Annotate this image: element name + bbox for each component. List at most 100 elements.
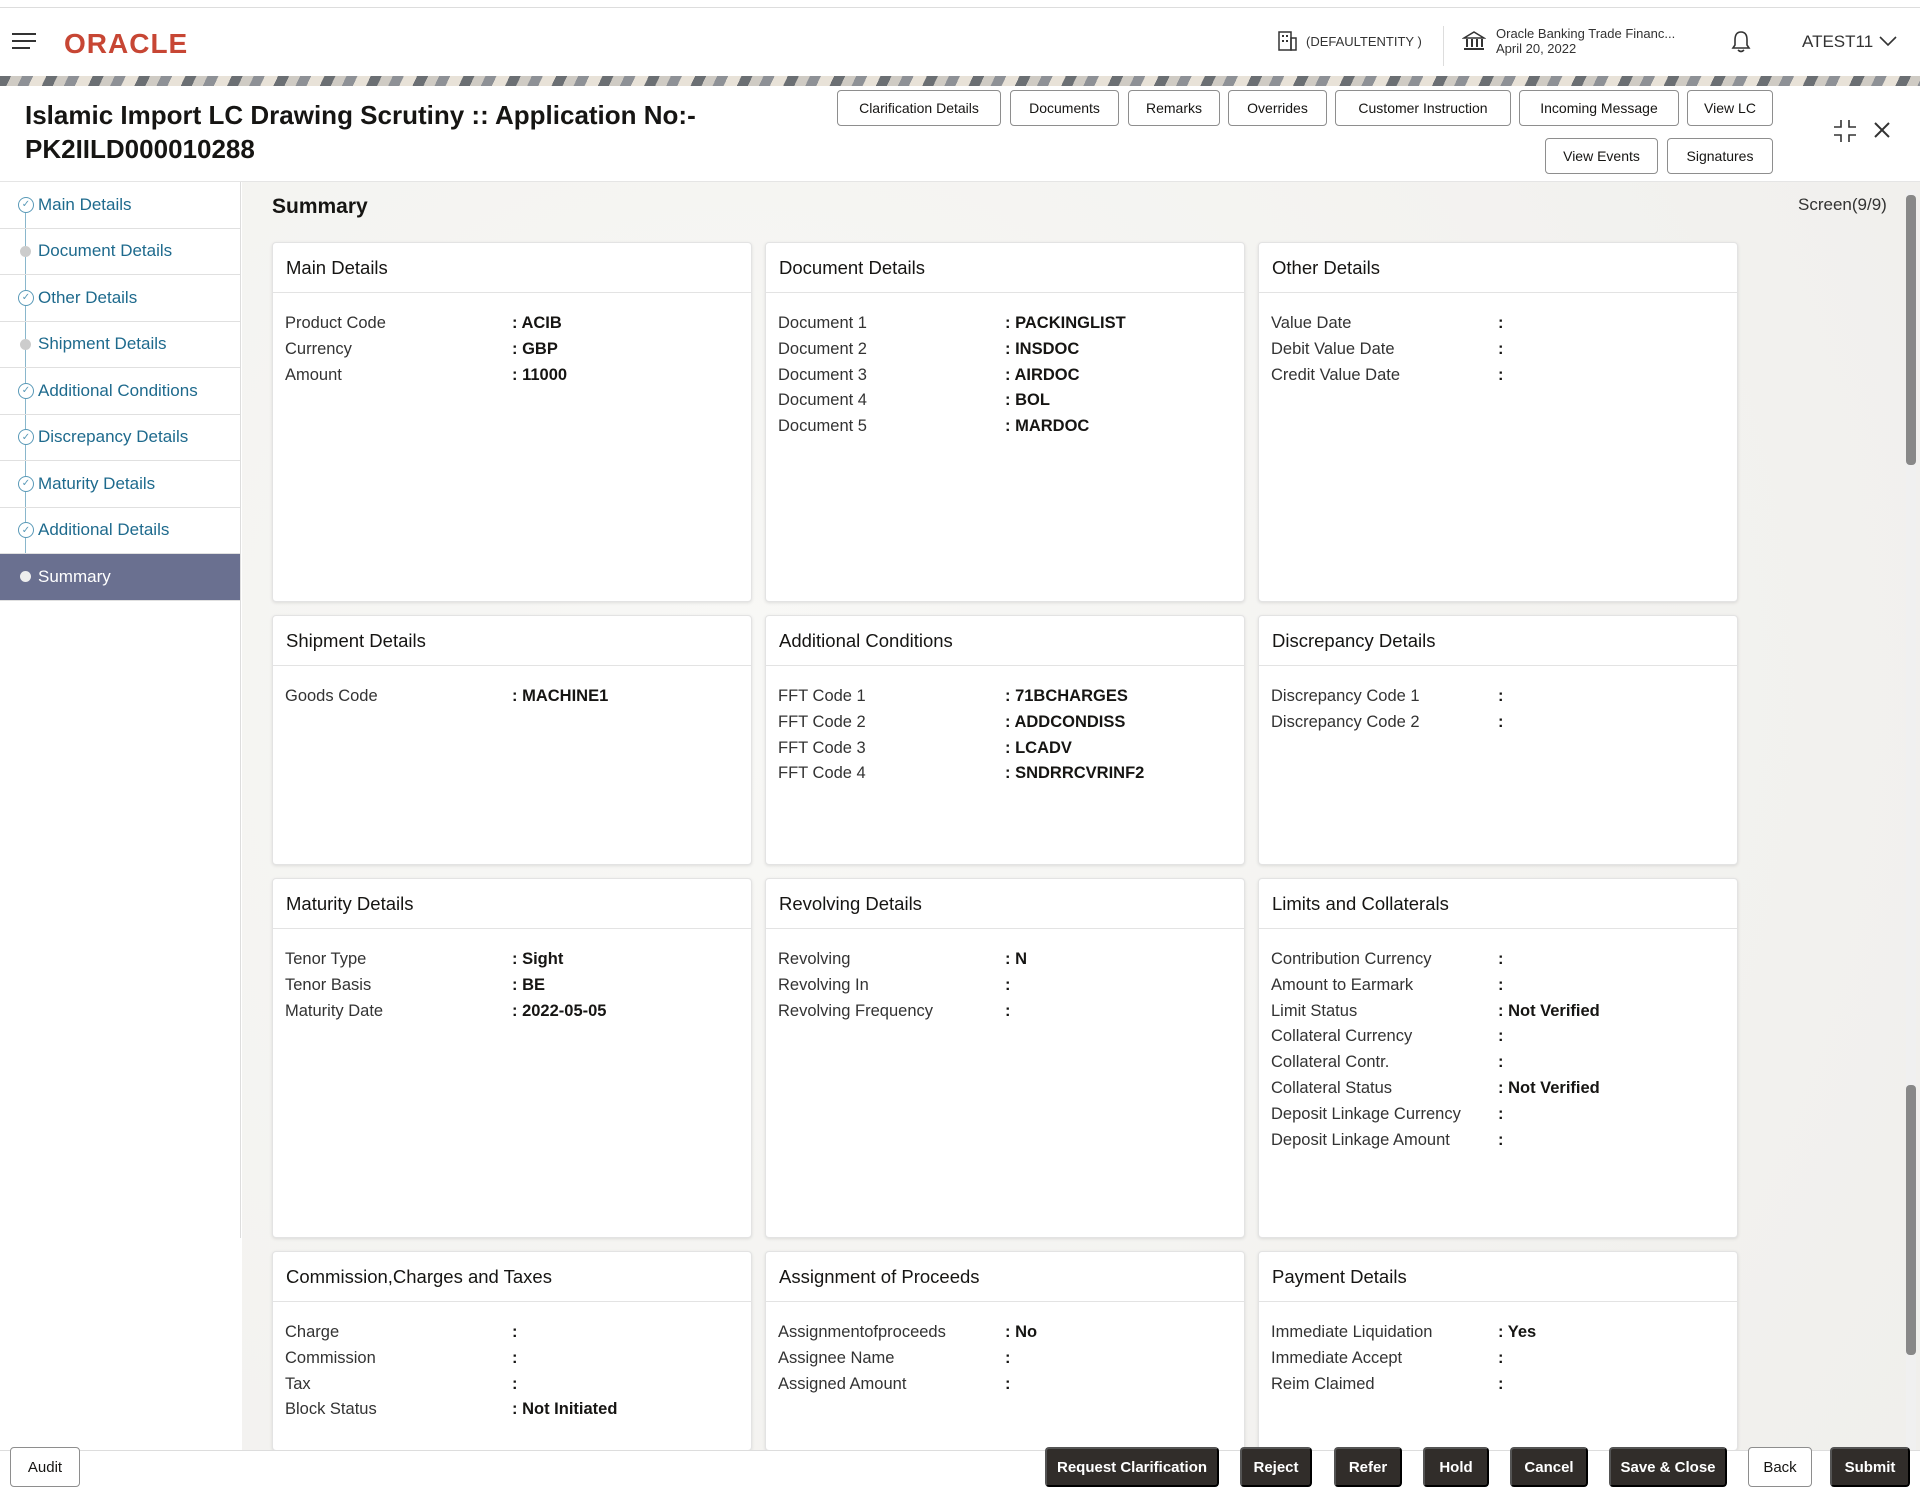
field-row: Collateral Currency: — [1271, 1024, 1725, 1050]
summary-card: Main DetailsProduct Code: ACIBCurrency: … — [272, 242, 752, 602]
field-value: : ACIB — [512, 311, 562, 337]
clarification-details-button[interactable]: Clarification Details — [837, 90, 1001, 126]
field-label: Revolving Frequency — [778, 999, 1005, 1025]
page-title: Islamic Import LC Drawing Scrutiny :: Ap… — [25, 98, 725, 166]
field-row: Deposit Linkage Amount: — [1271, 1128, 1725, 1154]
dot-icon — [20, 571, 31, 582]
collapse-icon[interactable] — [1832, 118, 1858, 150]
field-row: Goods Code: MACHINE1 — [285, 684, 739, 710]
field-row: Revolving Frequency: — [778, 999, 1232, 1025]
field-label: Document 2 — [778, 337, 1005, 363]
hold-button[interactable]: Hold — [1423, 1447, 1489, 1487]
customer-instruction-button[interactable]: Customer Instruction — [1335, 90, 1511, 126]
field-label: Assigned Amount — [778, 1372, 1005, 1398]
field-label: Block Status — [285, 1397, 512, 1423]
summary-card: Additional ConditionsFFT Code 1: 71BCHAR… — [765, 615, 1245, 865]
field-label: Product Code — [285, 311, 512, 337]
field-value: : PACKINGLIST — [1005, 311, 1126, 337]
sidebar-item-main-details[interactable]: ✓Main Details — [0, 182, 240, 229]
field-label: Collateral Contr. — [1271, 1050, 1498, 1076]
request-clarification-button[interactable]: Request Clarification — [1045, 1447, 1219, 1487]
field-label: Deposit Linkage Currency — [1271, 1102, 1498, 1128]
field-value: : N — [1005, 947, 1027, 973]
overrides-button[interactable]: Overrides — [1228, 90, 1327, 126]
audit-button[interactable]: Audit — [10, 1447, 80, 1487]
signatures-button[interactable]: Signatures — [1667, 138, 1773, 174]
view-lc-button[interactable]: View LC — [1687, 90, 1773, 126]
field-row: Debit Value Date: — [1271, 337, 1725, 363]
field-label: Revolving In — [778, 973, 1005, 999]
sidebar-item-document-details[interactable]: Document Details — [0, 229, 240, 276]
field-value: : Sight — [512, 947, 563, 973]
cancel-button[interactable]: Cancel — [1510, 1447, 1588, 1487]
screen-indicator: Screen(9/9) — [1798, 195, 1887, 215]
field-row: Tax: — [285, 1372, 739, 1398]
card-title: Payment Details — [1259, 1252, 1737, 1302]
application-number: PK2IILD000010288 — [25, 132, 725, 166]
field-row: Limit Status: Not Verified — [1271, 999, 1725, 1025]
bank-selector[interactable]: Oracle Banking Trade Financ... April 20,… — [1462, 26, 1675, 56]
field-value: : MACHINE1 — [512, 684, 608, 710]
scrollbar-thumb[interactable] — [1906, 195, 1916, 465]
field-value: : — [1498, 363, 1504, 389]
sidebar-item-shipment-details[interactable]: Shipment Details — [0, 322, 240, 369]
field-value: : — [512, 1372, 518, 1398]
field-value: : — [1005, 999, 1011, 1025]
sidebar-item-summary[interactable]: Summary — [0, 554, 240, 601]
field-label: Document 4 — [778, 388, 1005, 414]
field-label: Document 3 — [778, 363, 1005, 389]
summary-panel: Summary Screen(9/9) Main DetailsProduct … — [242, 182, 1920, 1452]
submit-button[interactable]: Submit — [1830, 1447, 1910, 1487]
field-value: : — [1498, 1346, 1504, 1372]
refer-button[interactable]: Refer — [1334, 1447, 1402, 1487]
field-row: Discrepancy Code 1: — [1271, 684, 1725, 710]
card-title: Main Details — [273, 243, 751, 293]
chevron-down-icon — [1879, 32, 1897, 52]
field-label: Maturity Date — [285, 999, 512, 1025]
field-label: Tenor Type — [285, 947, 512, 973]
save-close-button[interactable]: Save & Close — [1609, 1447, 1727, 1487]
field-label: FFT Code 2 — [778, 710, 1005, 736]
field-label: Limit Status — [1271, 999, 1498, 1025]
incoming-message-button[interactable]: Incoming Message — [1519, 90, 1679, 126]
field-row: Assignee Name: — [778, 1346, 1232, 1372]
close-icon[interactable] — [1872, 116, 1892, 147]
field-value: : — [1498, 1102, 1504, 1128]
sidebar-item-additional-conditions[interactable]: ✓Additional Conditions — [0, 368, 240, 415]
sidebar-item-maturity-details[interactable]: ✓Maturity Details — [0, 461, 240, 508]
view-events-button[interactable]: View Events — [1545, 138, 1658, 174]
user-menu[interactable]: ATEST11 — [1802, 32, 1897, 52]
entity-selector[interactable]: (DEFAULTENTITY ) — [1276, 30, 1422, 52]
back-button[interactable]: Back — [1748, 1447, 1812, 1487]
field-row: Block Status: Not Initiated — [285, 1397, 739, 1423]
sidebar-item-discrepancy-details[interactable]: ✓Discrepancy Details — [0, 415, 240, 462]
field-row: Document 3: AIRDOC — [778, 363, 1232, 389]
field-label: Reim Claimed — [1271, 1372, 1498, 1398]
card-fields: Tenor Type: SightTenor Basis: BEMaturity… — [273, 929, 751, 1024]
field-row: Contribution Currency: — [1271, 947, 1725, 973]
field-value: : — [1498, 973, 1504, 999]
field-row: Immediate Liquidation: Yes — [1271, 1320, 1725, 1346]
field-row: Document 4: BOL — [778, 388, 1232, 414]
field-value: : Not Verified — [1498, 1076, 1600, 1102]
summary-card: Document DetailsDocument 1: PACKINGLISTD… — [765, 242, 1245, 602]
business-date: April 20, 2022 — [1496, 41, 1675, 56]
sidebar-item-label: Other Details — [38, 288, 137, 308]
field-value: : MARDOC — [1005, 414, 1089, 440]
field-label: Value Date — [1271, 311, 1498, 337]
sidebar-item-other-details[interactable]: ✓Other Details — [0, 275, 240, 322]
documents-button[interactable]: Documents — [1010, 90, 1119, 126]
hamburger-menu-icon[interactable] — [12, 33, 36, 51]
field-label: Discrepancy Code 2 — [1271, 710, 1498, 736]
notifications-bell-icon[interactable] — [1730, 30, 1752, 59]
field-value: : — [1498, 1128, 1504, 1154]
field-value: : SNDRRCVRINF2 — [1005, 761, 1144, 787]
remarks-button[interactable]: Remarks — [1128, 90, 1220, 126]
reject-button[interactable]: Reject — [1240, 1447, 1312, 1487]
field-value: : Not Initiated — [512, 1397, 617, 1423]
sidebar-item-additional-details[interactable]: ✓Additional Details — [0, 508, 240, 555]
field-row: Charge: — [285, 1320, 739, 1346]
scrollbar-thumb[interactable] — [1906, 1085, 1916, 1355]
building-icon — [1276, 30, 1298, 52]
field-label: Tenor Basis — [285, 973, 512, 999]
